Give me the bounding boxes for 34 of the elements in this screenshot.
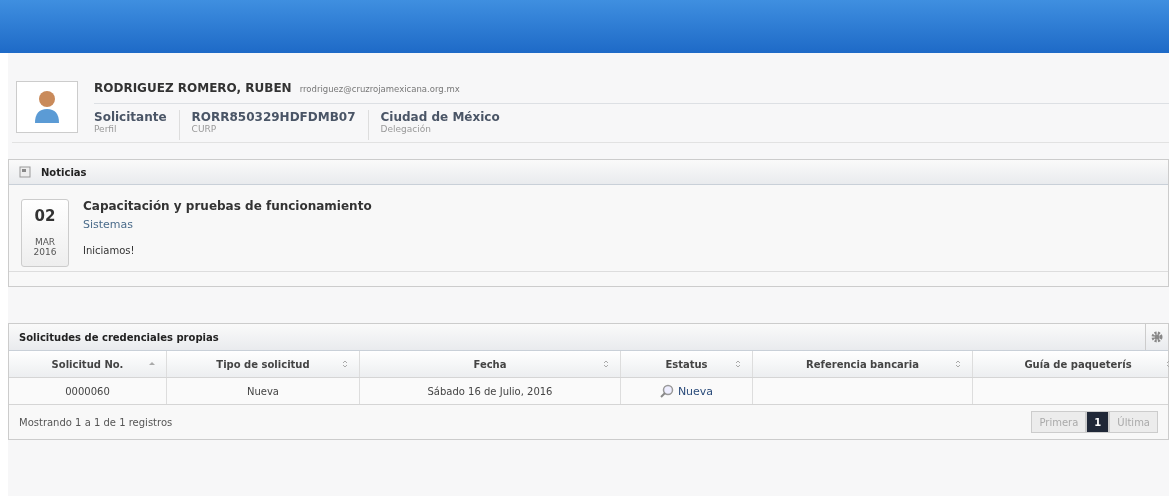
newspaper-icon xyxy=(19,166,31,178)
column-header[interactable]: Fecha xyxy=(360,351,621,377)
column-header[interactable]: Estatus xyxy=(621,351,753,377)
sort-icon[interactable] xyxy=(734,359,742,369)
field-value: Ciudad de México xyxy=(380,110,500,124)
settings-icon[interactable] xyxy=(1151,331,1163,343)
user-name: RODRIGUEZ ROMERO, RUBEN xyxy=(94,81,292,95)
table-cell: Nueva xyxy=(247,385,279,397)
column-header[interactable]: Solicitud No. xyxy=(9,351,167,377)
panel-title: Noticias xyxy=(41,166,87,178)
records-info: Mostrando 1 a 1 de 1 registros xyxy=(19,416,173,428)
status-link[interactable]: Nueva xyxy=(677,384,714,398)
table-cell: 0000060 xyxy=(65,385,110,397)
search-icon xyxy=(659,384,674,398)
field-value: Solicitante xyxy=(94,110,167,124)
field-label: CURP xyxy=(191,124,218,134)
user-email: rrodriguez@cruzrojamexicana.org.mx xyxy=(299,84,460,94)
page-button[interactable]: 1 xyxy=(1086,411,1110,433)
table-cell: Sábado 16 de Julio, 2016 xyxy=(427,385,553,397)
column-header[interactable]: Referencia bancaria xyxy=(753,351,973,377)
field-label: Perfil xyxy=(94,124,118,134)
news-body: Iniciamos! xyxy=(83,245,136,256)
user-icon xyxy=(32,89,62,125)
column-header[interactable]: Guía de paqueterís xyxy=(973,351,1169,377)
column-header[interactable]: Tipo de solicitud xyxy=(167,351,360,377)
field-value: RORR850329HDFDMB07 xyxy=(191,110,356,124)
news-title: Capacitación y pruebas de funcionamiento xyxy=(83,199,372,213)
sort-icon[interactable] xyxy=(602,359,610,369)
panel-title: Solicitudes de credenciales propias xyxy=(19,331,219,343)
sort-icon[interactable] xyxy=(954,359,962,369)
sort-icon[interactable] xyxy=(341,359,349,369)
calendar-date: 02 MAR 2016 xyxy=(21,199,69,267)
field-label: Delegación xyxy=(380,124,432,134)
news-category: Sistemas xyxy=(83,218,135,231)
